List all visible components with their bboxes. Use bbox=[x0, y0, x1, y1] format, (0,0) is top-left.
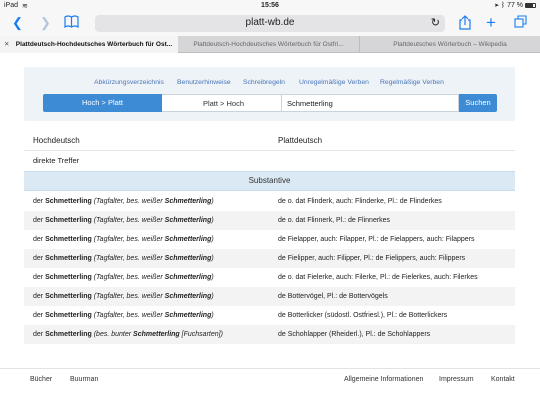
nav-regelmaessige-verben[interactable]: Regelmäßige Verben bbox=[380, 79, 444, 86]
tab-label: Plattdeutsches Wörterbuch – Wikipedia bbox=[393, 41, 507, 48]
nav-abkuerzungen[interactable]: Abkürzungsverzeichnis bbox=[94, 79, 164, 86]
tab-active[interactable]: ✕ Plattdeutsch-Hochdeutsches Wörterbuch … bbox=[0, 36, 178, 53]
close-tab-icon[interactable]: ✕ bbox=[4, 36, 9, 53]
hochdeutsch-cell: der Schmetterling (Tagfalter, bes. weiße… bbox=[33, 293, 214, 300]
footer: Bücher Buurman Allgemeine Informationen … bbox=[0, 368, 540, 398]
footer-link-impressum[interactable]: Impressum bbox=[439, 376, 474, 383]
tabs-overview-icon[interactable] bbox=[514, 15, 527, 32]
col-header-plattdeutsch: Plattdeutsch bbox=[278, 136, 323, 145]
status-bar: iPad ≋ 15:56 ➤ ᛒ 77 % bbox=[0, 0, 540, 12]
tab-3[interactable]: Plattdeutsches Wörterbuch – Wikipedia bbox=[360, 36, 540, 53]
url-text: platt-wb.de bbox=[245, 17, 295, 28]
hochdeutsch-cell: der Schmetterling (Tagfalter, bes. weiße… bbox=[33, 312, 214, 319]
table-row: der Schmetterling (Tagfalter, bes. weiße… bbox=[24, 249, 515, 268]
address-bar[interactable]: platt-wb.de ↻ bbox=[95, 15, 445, 32]
plattdeutsch-cell: de o. dat Flinnerk, Pl.: de Flinnerkes bbox=[278, 217, 391, 224]
divider bbox=[24, 150, 515, 151]
plattdeutsch-cell: de o. dat Flinderk, auch: Flinderke, Pl.… bbox=[278, 198, 442, 205]
table-row: der Schmetterling (Tagfalter, bes. weiße… bbox=[24, 268, 515, 287]
back-icon[interactable]: ❮ bbox=[12, 15, 23, 31]
share-icon[interactable] bbox=[459, 15, 471, 34]
plattdeutsch-cell: de Fielipper, auch: Filipper, Pl.: de Fi… bbox=[278, 255, 466, 262]
section-header: Substantive bbox=[24, 171, 515, 191]
search-button[interactable]: Suchen bbox=[459, 94, 497, 112]
bookmarks-icon[interactable] bbox=[64, 15, 79, 32]
forward-icon[interactable]: ❯ bbox=[40, 15, 51, 31]
hochdeutsch-cell: der Schmetterling (bes. bunter Schmetter… bbox=[33, 331, 223, 338]
footer-link-buurman[interactable]: Buurman bbox=[70, 376, 98, 383]
nav-benutzerhinweise[interactable]: Benutzerhinweise bbox=[177, 79, 231, 86]
col-header-hochdeutsch: Hochdeutsch bbox=[33, 136, 80, 145]
battery-status: ➤ ᛒ 77 % bbox=[495, 2, 536, 9]
mode-platt-hoch-button[interactable]: Platt > Hoch bbox=[162, 94, 286, 112]
clock: 15:56 bbox=[261, 2, 279, 9]
nav-schreibregeln[interactable]: Schreibregeln bbox=[243, 79, 285, 86]
hochdeutsch-cell: der Schmetterling (Tagfalter, bes. weiße… bbox=[33, 255, 214, 262]
tab-2[interactable]: Plattdeutsch-Hochdeutsches Wörterbuch fü… bbox=[178, 36, 360, 53]
plattdeutsch-cell: de Fielapper, auch: Filapper, Pl.: de Fi… bbox=[278, 236, 475, 243]
bluetooth-icon: ᛒ bbox=[500, 2, 506, 9]
browser-toolbar: ❮ ❯ platt-wb.de ↻ + bbox=[0, 12, 540, 36]
battery-icon bbox=[525, 3, 536, 8]
hochdeutsch-cell: der Schmetterling (Tagfalter, bes. weiße… bbox=[33, 236, 214, 243]
footer-link-kontakt[interactable]: Kontakt bbox=[491, 376, 515, 383]
table-row: der Schmetterling (Tagfalter, bes. weiße… bbox=[24, 287, 515, 306]
hochdeutsch-cell: der Schmetterling (Tagfalter, bes. weiße… bbox=[33, 274, 214, 281]
hochdeutsch-cell: der Schmetterling (Tagfalter, bes. weiße… bbox=[33, 217, 214, 224]
tab-label: Plattdeutsch-Hochdeutsches Wörterbuch fü… bbox=[193, 41, 344, 48]
battery-percent: 77 % bbox=[507, 2, 524, 9]
plattdeutsch-cell: de Bottervögel, Pl.: de Bottervögels bbox=[278, 293, 388, 300]
tab-bar: ✕ Plattdeutsch-Hochdeutsches Wörterbuch … bbox=[0, 36, 540, 53]
search-panel: Abkürzungsverzeichnis Benutzerhinweise S… bbox=[24, 67, 515, 121]
table-row: der Schmetterling (Tagfalter, bes. weiße… bbox=[24, 192, 515, 211]
mode-hoch-platt-button[interactable]: Hoch > Platt bbox=[43, 94, 162, 112]
footer-link-buecher[interactable]: Bücher bbox=[30, 376, 52, 383]
tab-label: Plattdeutsch-Hochdeutsches Wörterbuch fü… bbox=[15, 41, 173, 48]
plattdeutsch-cell: de Botterlicker (südostl. Ostfriesl.), P… bbox=[278, 312, 448, 319]
nav-unregelmaessige-verben[interactable]: Unregelmäßige Verben bbox=[299, 79, 369, 86]
plattdeutsch-cell: de o. dat Fielerke, auch: Filerke, Pl.: … bbox=[278, 274, 478, 281]
hochdeutsch-cell: der Schmetterling (Tagfalter, bes. weiße… bbox=[33, 198, 214, 205]
search-input[interactable] bbox=[281, 94, 459, 112]
new-tab-icon[interactable]: + bbox=[486, 14, 496, 31]
table-row: der Schmetterling (Tagfalter, bes. weiße… bbox=[24, 230, 515, 249]
reload-icon[interactable]: ↻ bbox=[431, 16, 440, 29]
results-subheader: direkte Treffer bbox=[33, 156, 80, 165]
location-icon: ➤ bbox=[494, 2, 499, 9]
plattdeutsch-cell: de Schohlapper (Rheiderl.), Pl.: de Scho… bbox=[278, 331, 431, 338]
table-row: der Schmetterling (bes. bunter Schmetter… bbox=[24, 325, 515, 344]
table-row: der Schmetterling (Tagfalter, bes. weiße… bbox=[24, 211, 515, 230]
footer-link-allgemeine-informationen[interactable]: Allgemeine Informationen bbox=[344, 376, 423, 383]
table-row: der Schmetterling (Tagfalter, bes. weiße… bbox=[24, 306, 515, 325]
